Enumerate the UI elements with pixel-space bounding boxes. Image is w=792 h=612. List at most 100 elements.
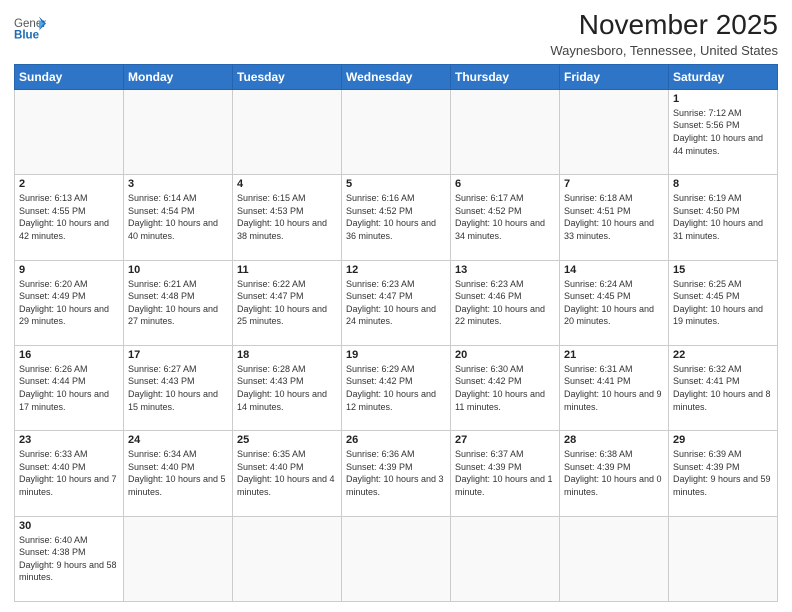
calendar-day: 18 Sunrise: 6:28 AM Sunset: 4:43 PM Dayli… — [233, 345, 342, 430]
page: General Blue November 2025 Waynesboro, T… — [0, 0, 792, 612]
day-info: Sunrise: 6:23 AM Sunset: 4:47 PM Dayligh… — [346, 278, 446, 328]
day-info: Sunrise: 6:14 AM Sunset: 4:54 PM Dayligh… — [128, 192, 228, 242]
calendar-day: 5Sunrise: 6:16 AM Sunset: 4:52 PM Daylig… — [342, 175, 451, 260]
day-info: Sunrise: 6:36 AM Sunset: 4:39 PM Dayligh… — [346, 448, 446, 498]
day-info: Sunrise: 6:37 AM Sunset: 4:39 PM Dayligh… — [455, 448, 555, 498]
calendar-day: 14 Sunrise: 6:24 AM Sunset: 4:45 PM Dayli… — [560, 260, 669, 345]
day-info: Sunrise: 6:17 AM Sunset: 4:52 PM Dayligh… — [455, 192, 555, 242]
calendar-day — [124, 516, 233, 601]
subtitle: Waynesboro, Tennessee, United States — [550, 43, 778, 58]
day-info: Sunrise: 6:32 AM Sunset: 4:41 PM Dayligh… — [673, 363, 773, 413]
day-info: Sunrise: 6:24 AM Sunset: 4:45 PM Dayligh… — [564, 278, 664, 328]
col-monday: Monday — [124, 64, 233, 89]
day-number: 26 — [346, 434, 446, 446]
day-number: 28 — [564, 434, 664, 446]
day-info: Sunrise: 6:29 AM Sunset: 4:42 PM Dayligh… — [346, 363, 446, 413]
day-number: 25 — [237, 434, 337, 446]
calendar-day: 9 Sunrise: 6:20 AM Sunset: 4:49 PM Daylig… — [15, 260, 124, 345]
calendar-day: 17 Sunrise: 6:27 AM Sunset: 4:43 PM Dayli… — [124, 345, 233, 430]
calendar-day: 30 Sunrise: 6:40 AM Sunset: 4:38 PM Dayli… — [15, 516, 124, 601]
calendar-day — [560, 516, 669, 601]
calendar-day — [451, 89, 560, 174]
calendar-day — [342, 516, 451, 601]
calendar-day: 19 Sunrise: 6:29 AM Sunset: 4:42 PM Dayli… — [342, 345, 451, 430]
calendar-day: 26 Sunrise: 6:36 AM Sunset: 4:39 PM Dayli… — [342, 431, 451, 516]
day-number: 8 — [673, 178, 773, 190]
calendar-week-4: 16 Sunrise: 6:26 AM Sunset: 4:44 PM Dayli… — [15, 345, 778, 430]
calendar-day: 27 Sunrise: 6:37 AM Sunset: 4:39 PM Dayli… — [451, 431, 560, 516]
day-number: 14 — [564, 264, 664, 276]
calendar-day: 10Sunrise: 6:21 AM Sunset: 4:48 PM Dayli… — [124, 260, 233, 345]
calendar-day — [560, 89, 669, 174]
day-number: 5 — [346, 178, 446, 190]
day-info: Sunrise: 6:13 AM Sunset: 4:55 PM Dayligh… — [19, 192, 119, 242]
day-info: Sunrise: 6:26 AM Sunset: 4:44 PM Dayligh… — [19, 363, 119, 413]
calendar-day — [233, 516, 342, 601]
calendar-table: Sunday Monday Tuesday Wednesday Thursday… — [14, 64, 778, 602]
calendar-day — [233, 89, 342, 174]
calendar-day: 20Sunrise: 6:30 AM Sunset: 4:42 PM Dayli… — [451, 345, 560, 430]
calendar-day — [451, 516, 560, 601]
day-number: 15 — [673, 264, 773, 276]
calendar-day: 3 Sunrise: 6:14 AM Sunset: 4:54 PM Daylig… — [124, 175, 233, 260]
calendar-day: 29Sunrise: 6:39 AM Sunset: 4:39 PM Dayli… — [669, 431, 778, 516]
day-info: Sunrise: 6:38 AM Sunset: 4:39 PM Dayligh… — [564, 448, 664, 498]
calendar-day: 23 Sunrise: 6:33 AM Sunset: 4:40 PM Dayli… — [15, 431, 124, 516]
title-block: November 2025 Waynesboro, Tennessee, Uni… — [550, 10, 778, 58]
day-number: 1 — [673, 93, 773, 105]
calendar-day: 7Sunrise: 6:18 AM Sunset: 4:51 PM Daylig… — [560, 175, 669, 260]
day-number: 16 — [19, 349, 119, 361]
svg-text:Blue: Blue — [14, 30, 40, 42]
calendar-day: 24Sunrise: 6:34 AM Sunset: 4:40 PM Dayli… — [124, 431, 233, 516]
col-thursday: Thursday — [451, 64, 560, 89]
day-info: Sunrise: 6:40 AM Sunset: 4:38 PM Dayligh… — [19, 534, 119, 584]
day-info: Sunrise: 6:39 AM Sunset: 4:39 PM Dayligh… — [673, 448, 773, 498]
day-info: Sunrise: 6:28 AM Sunset: 4:43 PM Dayligh… — [237, 363, 337, 413]
calendar-day — [15, 89, 124, 174]
day-number: 18 — [237, 349, 337, 361]
calendar-week-6: 30 Sunrise: 6:40 AM Sunset: 4:38 PM Dayli… — [15, 516, 778, 601]
day-info: Sunrise: 6:23 AM Sunset: 4:46 PM Dayligh… — [455, 278, 555, 328]
calendar-day — [124, 89, 233, 174]
day-number: 2 — [19, 178, 119, 190]
day-info: Sunrise: 6:31 AM Sunset: 4:41 PM Dayligh… — [564, 363, 664, 413]
col-tuesday: Tuesday — [233, 64, 342, 89]
day-info: Sunrise: 6:30 AM Sunset: 4:42 PM Dayligh… — [455, 363, 555, 413]
calendar-week-3: 9 Sunrise: 6:20 AM Sunset: 4:49 PM Daylig… — [15, 260, 778, 345]
day-info: Sunrise: 6:35 AM Sunset: 4:40 PM Dayligh… — [237, 448, 337, 498]
day-number: 4 — [237, 178, 337, 190]
calendar-day — [669, 516, 778, 601]
day-info: Sunrise: 6:22 AM Sunset: 4:47 PM Dayligh… — [237, 278, 337, 328]
day-number: 10 — [128, 264, 228, 276]
day-info: Sunrise: 6:34 AM Sunset: 4:40 PM Dayligh… — [128, 448, 228, 498]
logo-icon: General Blue — [14, 14, 46, 42]
day-number: 9 — [19, 264, 119, 276]
day-info: Sunrise: 6:19 AM Sunset: 4:50 PM Dayligh… — [673, 192, 773, 242]
calendar-day: 16 Sunrise: 6:26 AM Sunset: 4:44 PM Dayli… — [15, 345, 124, 430]
day-number: 21 — [564, 349, 664, 361]
col-sunday: Sunday — [15, 64, 124, 89]
day-info: Sunrise: 6:27 AM Sunset: 4:43 PM Dayligh… — [128, 363, 228, 413]
day-number: 19 — [346, 349, 446, 361]
day-number: 6 — [455, 178, 555, 190]
calendar-day: 4 Sunrise: 6:15 AM Sunset: 4:53 PM Daylig… — [233, 175, 342, 260]
col-wednesday: Wednesday — [342, 64, 451, 89]
calendar-day — [342, 89, 451, 174]
main-title: November 2025 — [550, 10, 778, 41]
day-number: 17 — [128, 349, 228, 361]
day-number: 23 — [19, 434, 119, 446]
day-info: Sunrise: 6:15 AM Sunset: 4:53 PM Dayligh… — [237, 192, 337, 242]
calendar-day: 2 Sunrise: 6:13 AM Sunset: 4:55 PM Daylig… — [15, 175, 124, 260]
calendar-day: 6 Sunrise: 6:17 AM Sunset: 4:52 PM Daylig… — [451, 175, 560, 260]
day-number: 30 — [19, 520, 119, 532]
day-number: 27 — [455, 434, 555, 446]
calendar-day: 22Sunrise: 6:32 AM Sunset: 4:41 PM Dayli… — [669, 345, 778, 430]
calendar-day: 15Sunrise: 6:25 AM Sunset: 4:45 PM Dayli… — [669, 260, 778, 345]
logo: General Blue — [14, 14, 46, 42]
day-number: 11 — [237, 264, 337, 276]
calendar-day: 1Sunrise: 7:12 AM Sunset: 5:56 PM Daylig… — [669, 89, 778, 174]
day-info: Sunrise: 6:18 AM Sunset: 4:51 PM Dayligh… — [564, 192, 664, 242]
day-info: Sunrise: 6:33 AM Sunset: 4:40 PM Dayligh… — [19, 448, 119, 498]
day-info: Sunrise: 6:20 AM Sunset: 4:49 PM Dayligh… — [19, 278, 119, 328]
day-number: 3 — [128, 178, 228, 190]
